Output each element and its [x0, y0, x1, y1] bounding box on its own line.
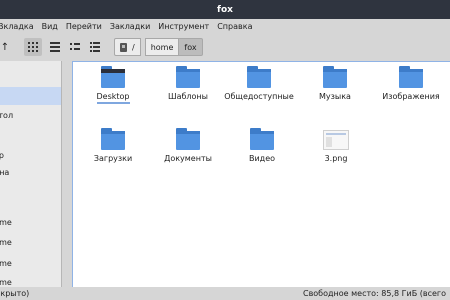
window-title: fox — [217, 4, 233, 15]
sidebar-item-volume[interactable]: ume — [0, 213, 61, 231]
folder-icon — [176, 128, 200, 150]
folder-icon — [399, 66, 423, 88]
menu-tools[interactable]: Инструмент — [154, 22, 213, 31]
detailed-list-icon — [90, 42, 100, 52]
file-item-folder[interactable]: Шаблоны — [152, 66, 224, 102]
file-item-folder[interactable]: Общедоступные — [223, 66, 295, 102]
file-label: Изображения — [382, 92, 440, 101]
path-segment-fox[interactable]: fox — [179, 38, 203, 56]
menu-view[interactable]: Вид — [38, 22, 62, 31]
folder-icon — [247, 66, 271, 88]
file-item-folder[interactable]: Изображения — [375, 66, 447, 102]
file-item-folder[interactable]: Видео — [226, 128, 298, 164]
desktop-folder-icon — [101, 66, 125, 88]
path-segment-home[interactable]: home — [144, 38, 180, 56]
up-arrow-icon[interactable]: ↑ — [0, 38, 12, 56]
menu-help[interactable]: Справка — [213, 22, 256, 31]
folder-icon — [250, 128, 274, 150]
image-thumbnail-icon — [323, 130, 349, 150]
compact-view-button[interactable] — [48, 38, 62, 56]
file-label: Документы — [164, 154, 212, 163]
file-view[interactable]: Desktop Шаблоны Общедоступные Музыка Изо… — [72, 61, 450, 287]
file-label: Общедоступные — [224, 92, 294, 101]
sidebar: стол ер ина ume ume ume ume — [0, 61, 62, 287]
file-item-folder[interactable]: Документы — [152, 128, 224, 164]
sidebar-splitter[interactable] — [66, 61, 68, 287]
file-item-image[interactable]: 3.png — [300, 128, 372, 164]
file-label: 3.png — [324, 154, 348, 163]
detailed-view-button[interactable] — [88, 38, 102, 56]
icon-view-button[interactable] — [24, 38, 42, 56]
file-item-desktop[interactable]: Desktop — [77, 66, 149, 104]
title-bar[interactable]: fox — [0, 0, 450, 19]
lines-icon — [50, 42, 60, 52]
drive-icon — [120, 42, 127, 52]
path-root-button[interactable]: / — [114, 38, 141, 56]
menu-go[interactable]: Перейти — [62, 22, 106, 31]
menu-bar: Вкладка Вид Перейти Закладки Инструмент … — [0, 19, 450, 33]
menu-bookmarks[interactable]: Закладки — [106, 22, 154, 31]
sidebar-item-computer[interactable]: ер — [0, 146, 61, 164]
bullet-list-icon — [70, 43, 80, 50]
sidebar-item[interactable] — [0, 69, 61, 87]
sidebar-item[interactable] — [0, 185, 61, 203]
path-root-label: / — [132, 42, 135, 52]
file-label: Загрузки — [93, 154, 133, 163]
sidebar-item[interactable] — [0, 127, 61, 145]
path-bar: / home fox — [114, 38, 203, 56]
sidebar-item-selected[interactable] — [0, 87, 61, 105]
file-item-folder[interactable]: Загрузки — [77, 128, 149, 164]
status-left: скрыто) — [0, 289, 30, 298]
status-bar: скрыто) Свободное место: 85,8 ГиБ (всего — [0, 287, 450, 300]
file-label: Видео — [248, 154, 276, 163]
sidebar-item-volume[interactable]: ume — [0, 273, 61, 287]
file-label: Шаблоны — [168, 92, 208, 101]
menu-tab[interactable]: Вкладка — [0, 22, 38, 31]
sidebar-item-volume[interactable]: ume — [0, 233, 61, 251]
sidebar-item-volume[interactable]: ume — [0, 254, 61, 272]
toolbar: ↑ / home fox — [0, 33, 450, 61]
file-label: Desktop — [96, 92, 130, 104]
file-item-folder[interactable]: Музыка — [299, 66, 371, 102]
file-label: Музыка — [319, 92, 351, 101]
grid-icon — [28, 42, 38, 52]
file-manager-window: fox Вкладка Вид Перейти Закладки Инструм… — [0, 0, 450, 300]
sidebar-item-trash[interactable]: ина — [0, 163, 61, 181]
folder-icon — [323, 66, 347, 88]
folder-icon — [101, 128, 125, 150]
folder-icon — [176, 66, 200, 88]
sidebar-item-desktop[interactable]: стол — [0, 106, 61, 124]
free-space: Свободное место: 85,8 ГиБ (всего — [302, 289, 446, 298]
list-view-button[interactable] — [68, 38, 82, 56]
